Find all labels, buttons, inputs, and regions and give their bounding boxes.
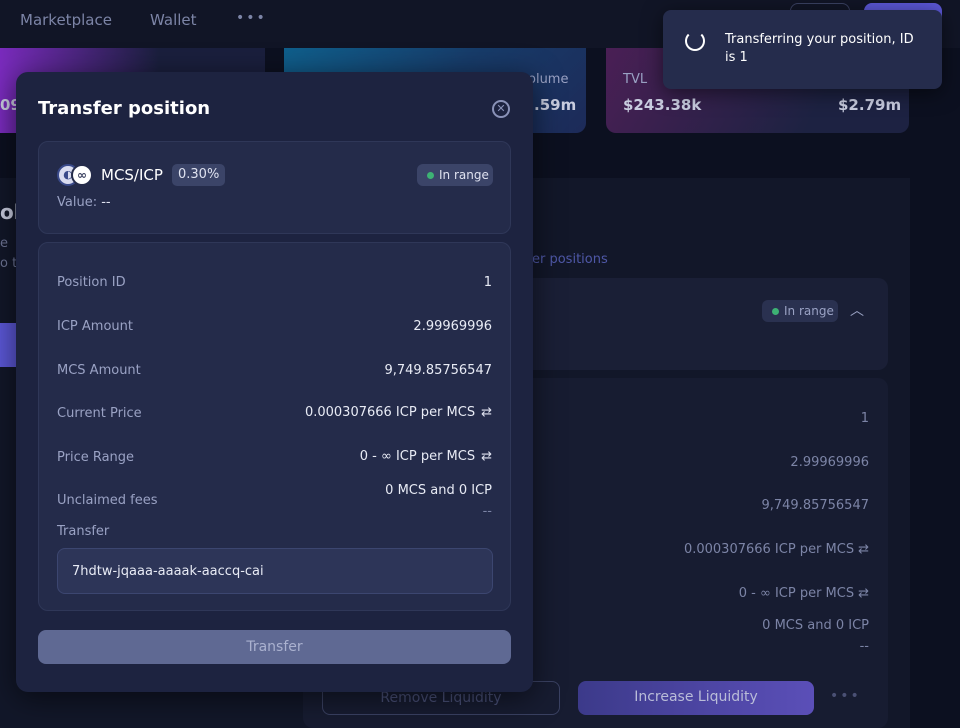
- range-status-badge: In range: [417, 164, 493, 186]
- transfer-label: Transfer: [57, 524, 110, 539]
- close-icon[interactable]: ✕: [492, 100, 510, 118]
- bg-range-badge: In range: [762, 300, 838, 322]
- nav-wallet[interactable]: Wallet: [150, 11, 197, 29]
- current-price-text: 0.000307666 ICP per MCS: [304, 405, 476, 420]
- bg-unclaimed-fees: 0 MCS and 0 ICP: [762, 618, 869, 633]
- bg-range-badge-label: In range: [784, 304, 834, 318]
- token-pair-icons: ◐ ∞: [57, 164, 95, 186]
- bg-price-range: 0 - ∞ ICP per MCS ⇄: [739, 586, 869, 601]
- status-dot-icon: [772, 308, 779, 315]
- loading-spinner-icon: [685, 31, 705, 51]
- increase-liquidity-button[interactable]: Increase Liquidity: [578, 681, 814, 715]
- position-value: Value: --: [57, 195, 111, 210]
- current-price-label: Current Price: [57, 406, 142, 421]
- stat-volume-value: .59m: [534, 96, 577, 114]
- nav-marketplace[interactable]: Marketplace: [20, 11, 112, 29]
- value-amount: --: [101, 195, 111, 210]
- swap-icon[interactable]: ⇄: [481, 449, 492, 464]
- bg-positions-link[interactable]: er positions: [532, 252, 608, 267]
- bg-icp-amount: 2.99969996: [790, 455, 869, 470]
- bg-side-text-1: e: [0, 236, 8, 251]
- position-details-card: Position ID 1 ICP Amount 2.99969996 MCS …: [38, 242, 511, 611]
- icp-amount-value: 2.99969996: [413, 319, 492, 334]
- stat-volume-label: olume: [528, 72, 569, 87]
- bg-price-range-text: 0 - ∞ ICP per MCS: [738, 586, 855, 601]
- chevron-up-icon[interactable]: ︿: [850, 300, 864, 320]
- unclaimed-fees-value: 0 MCS and 0 ICP: [385, 483, 492, 498]
- pair-name: MCS/ICP: [101, 166, 163, 184]
- bg-position-id: 1: [860, 411, 869, 426]
- transfer-button[interactable]: Transfer: [38, 630, 511, 664]
- transfer-position-modal: Transfer position ✕ ◐ ∞ MCS/ICP 0.30% In…: [16, 72, 533, 692]
- range-status-label: In range: [439, 168, 489, 182]
- transfer-address-input[interactable]: [57, 548, 493, 594]
- swap-icon[interactable]: ⇄: [858, 542, 869, 557]
- price-range-label: Price Range: [57, 450, 135, 465]
- transfer-toast: Transferring your position, ID is 1: [663, 10, 942, 89]
- toast-message: Transferring your position, ID is 1: [725, 32, 914, 65]
- current-price-value: 0.000307666 ICP per MCS ⇄: [305, 405, 492, 420]
- bg-current-price-text: 0.000307666 ICP per MCS: [683, 542, 855, 557]
- icp-token-icon: ∞: [71, 164, 93, 186]
- more-options-icon[interactable]: •••: [830, 688, 861, 704]
- unclaimed-fees-sub: --: [482, 504, 492, 519]
- pair-summary-card: ◐ ∞ MCS/ICP 0.30% In range Value: --: [38, 141, 511, 234]
- price-range-value: 0 - ∞ ICP per MCS ⇄: [360, 449, 492, 464]
- price-range-text: 0 - ∞ ICP per MCS: [359, 449, 476, 464]
- fee-badge: 0.30%: [172, 164, 226, 186]
- swap-icon[interactable]: ⇄: [481, 405, 492, 420]
- mcs-amount-value: 9,749.85756547: [384, 363, 492, 378]
- modal-title: Transfer position: [38, 98, 211, 119]
- icp-amount-label: ICP Amount: [57, 319, 133, 334]
- swap-icon[interactable]: ⇄: [858, 586, 869, 601]
- nav-more-icon[interactable]: •••: [236, 10, 267, 26]
- value-label: Value:: [57, 195, 98, 210]
- bg-current-price: 0.000307666 ICP per MCS ⇄: [684, 542, 869, 557]
- mcs-amount-label: MCS Amount: [57, 363, 141, 378]
- stat-tvl-value: $243.38k: [623, 96, 702, 114]
- unclaimed-fees-label: Unclaimed fees: [57, 493, 158, 508]
- position-id-value: 1: [483, 275, 492, 290]
- status-dot-icon: [427, 172, 434, 179]
- stat-tvl-label: TVL: [623, 72, 648, 87]
- bg-side-text-2: o t: [0, 256, 18, 271]
- bg-mcs-amount: 9,749.85756547: [761, 498, 869, 513]
- stat-tvl-value-secondary: $2.79m: [838, 96, 902, 114]
- bg-side-button[interactable]: [0, 323, 16, 367]
- position-id-label: Position ID: [57, 275, 126, 290]
- bg-unclaimed-fees-sub: --: [859, 639, 869, 654]
